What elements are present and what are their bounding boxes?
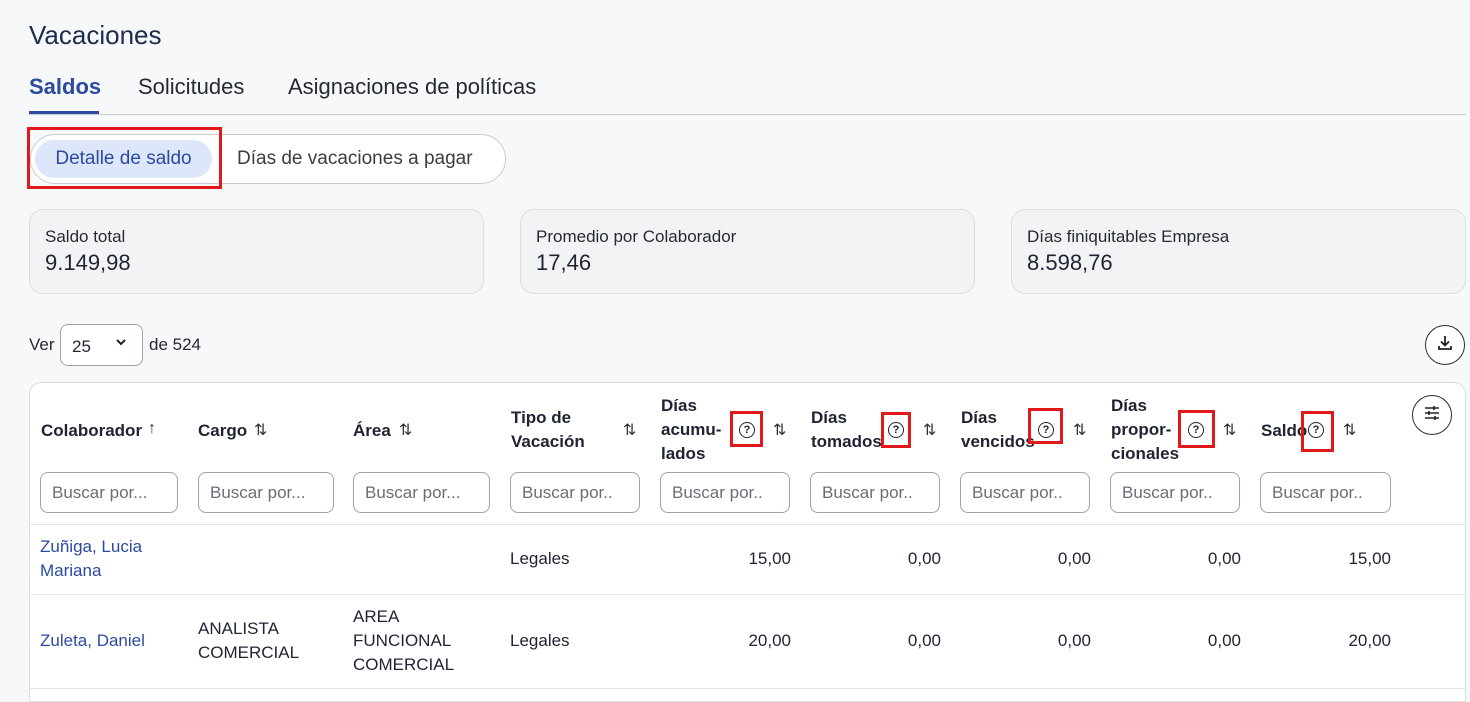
tab-saldos[interactable]: Saldos [29, 74, 101, 100]
summary-label: Días finiquitables Empresa [1027, 227, 1230, 246]
filter-tomados[interactable] [810, 472, 940, 513]
download-icon [1435, 333, 1455, 358]
employee-link[interactable]: Zuleta, Daniel [40, 629, 145, 653]
filter-colaborador[interactable] [40, 472, 178, 513]
tab-solicitudes[interactable]: Solicitudes [138, 74, 244, 100]
cell-line: Zuñiga, Lucia [40, 537, 143, 556]
sort-icon[interactable]: ⇅ [923, 420, 936, 440]
sort-icon[interactable]: ⇅ [1343, 420, 1356, 440]
highlight-box [1178, 410, 1215, 448]
page-size-value: 25 [72, 337, 91, 356]
column-settings-icon [1422, 403, 1442, 428]
chevron-down-icon [114, 335, 128, 354]
filter-vencidos[interactable] [960, 472, 1090, 513]
summary-value: 17,46 [536, 250, 592, 275]
header-line: lados [661, 444, 706, 463]
header-line: tomados [811, 432, 882, 451]
sort-icon[interactable]: ⇅ [1223, 420, 1236, 440]
summary-value: 8.598,76 [1027, 250, 1113, 275]
balances-table: Colaborador ↑ Cargo ⇅ Área ⇅ Tipo de Vac… [29, 382, 1466, 702]
sort-icon[interactable]: ⇅ [1073, 420, 1086, 440]
header-line: Tipo de [511, 408, 572, 427]
filter-area[interactable] [353, 472, 490, 513]
segment-dias-a-pagar[interactable]: Días de vacaciones a pagar [237, 140, 497, 178]
column-header-area: Área [353, 421, 391, 440]
summary-card-promedio: Promedio por Colaborador 17,46 [520, 209, 975, 294]
filter-tipo[interactable] [510, 472, 640, 513]
header-line: vencidos [961, 432, 1035, 451]
filter-proporcionales[interactable] [1110, 472, 1240, 513]
filter-saldo[interactable] [1260, 472, 1391, 513]
cell-tomados: 0,00 [907, 631, 941, 650]
header-line: acumu- [661, 420, 722, 439]
row-divider [30, 524, 1465, 525]
cell-line: COMERCIAL [198, 643, 300, 662]
column-header-proporcionales: Días propor- cionales [1111, 394, 1179, 466]
column-header-tipo: Tipo de Vacación [511, 406, 585, 454]
filter-acumulados[interactable] [660, 472, 790, 513]
sort-icon[interactable]: ⇅ [773, 420, 786, 440]
cell-area: AREA FUNCIONAL COMERCIAL [353, 605, 454, 677]
summary-value: 9.149,98 [45, 250, 131, 275]
cell-line: Mariana [40, 561, 102, 580]
header-line: cionales [1111, 444, 1180, 463]
cell-acumulados: 20,00 [748, 631, 791, 650]
page-size-label: Ver [29, 335, 55, 354]
row-divider [30, 594, 1465, 595]
filter-cargo[interactable] [198, 472, 334, 513]
cell-proporcionales: 0,00 [1207, 631, 1241, 650]
sort-ascending-icon[interactable]: ↑ [148, 420, 156, 438]
column-settings-button[interactable] [1412, 395, 1452, 435]
cell-acumulados: 15,00 [748, 549, 791, 568]
cell-tomados: 0,00 [907, 549, 941, 568]
cell-saldo: 15,00 [1348, 549, 1391, 568]
cell-line: ANALISTA [198, 619, 279, 638]
cell-line: COMERCIAL [353, 655, 455, 674]
cell-saldo: 20,00 [1348, 631, 1391, 650]
page-title: Vacaciones [29, 20, 162, 50]
tab-bar: Saldos Solicitudes Asignaciones de polít… [29, 74, 1466, 115]
sort-icon[interactable]: ⇅ [623, 420, 636, 440]
sort-icon[interactable]: ⇅ [254, 420, 267, 440]
sort-icon[interactable]: ⇅ [399, 420, 412, 440]
highlight-box [1301, 411, 1334, 452]
cell-proporcionales: 0,00 [1207, 549, 1241, 568]
header-line: Días [961, 408, 997, 427]
column-header-vencidos: Días vencidos [961, 406, 1035, 454]
header-line: Días [811, 408, 847, 427]
header-line: propor- [1111, 420, 1172, 439]
summary-card-finiquitables: Días finiquitables Empresa 8.598,76 [1011, 209, 1466, 294]
cell-vencidos: 0,00 [1057, 631, 1091, 650]
cell-tipo: Legales [510, 631, 570, 650]
summary-label: Promedio por Colaborador [536, 227, 737, 246]
column-header-tomados: Días tomados [811, 406, 882, 454]
page-size-select[interactable]: 25 [60, 324, 143, 366]
cell-line: FUNCIONAL [353, 631, 452, 650]
cell-tipo: Legales [510, 549, 570, 568]
column-header-acumulados: Días acumu- lados [661, 394, 721, 466]
header-line: Días [1111, 396, 1147, 415]
highlight-box [730, 411, 763, 447]
download-button[interactable] [1425, 325, 1465, 365]
column-header-colaborador: Colaborador [41, 421, 143, 440]
summary-card-saldo-total: Saldo total 9.149,98 [29, 209, 484, 294]
summary-label: Saldo total [45, 227, 126, 246]
cell-vencidos: 0,00 [1057, 549, 1091, 568]
total-count: de 524 [149, 335, 201, 354]
highlight-box [27, 127, 222, 189]
tab-asignaciones[interactable]: Asignaciones de políticas [288, 74, 536, 100]
cell-cargo: ANALISTA COMERCIAL [198, 617, 299, 665]
column-header-cargo: Cargo [198, 421, 248, 440]
row-divider [30, 688, 1465, 689]
employee-link[interactable]: Zuñiga, Lucia Mariana [40, 535, 142, 583]
cell-line: AREA [353, 607, 400, 626]
highlight-box [1028, 408, 1063, 444]
header-line: Vacación [511, 432, 585, 451]
header-line: Días [661, 396, 697, 415]
active-tab-indicator [29, 111, 99, 114]
highlight-box [881, 412, 911, 448]
